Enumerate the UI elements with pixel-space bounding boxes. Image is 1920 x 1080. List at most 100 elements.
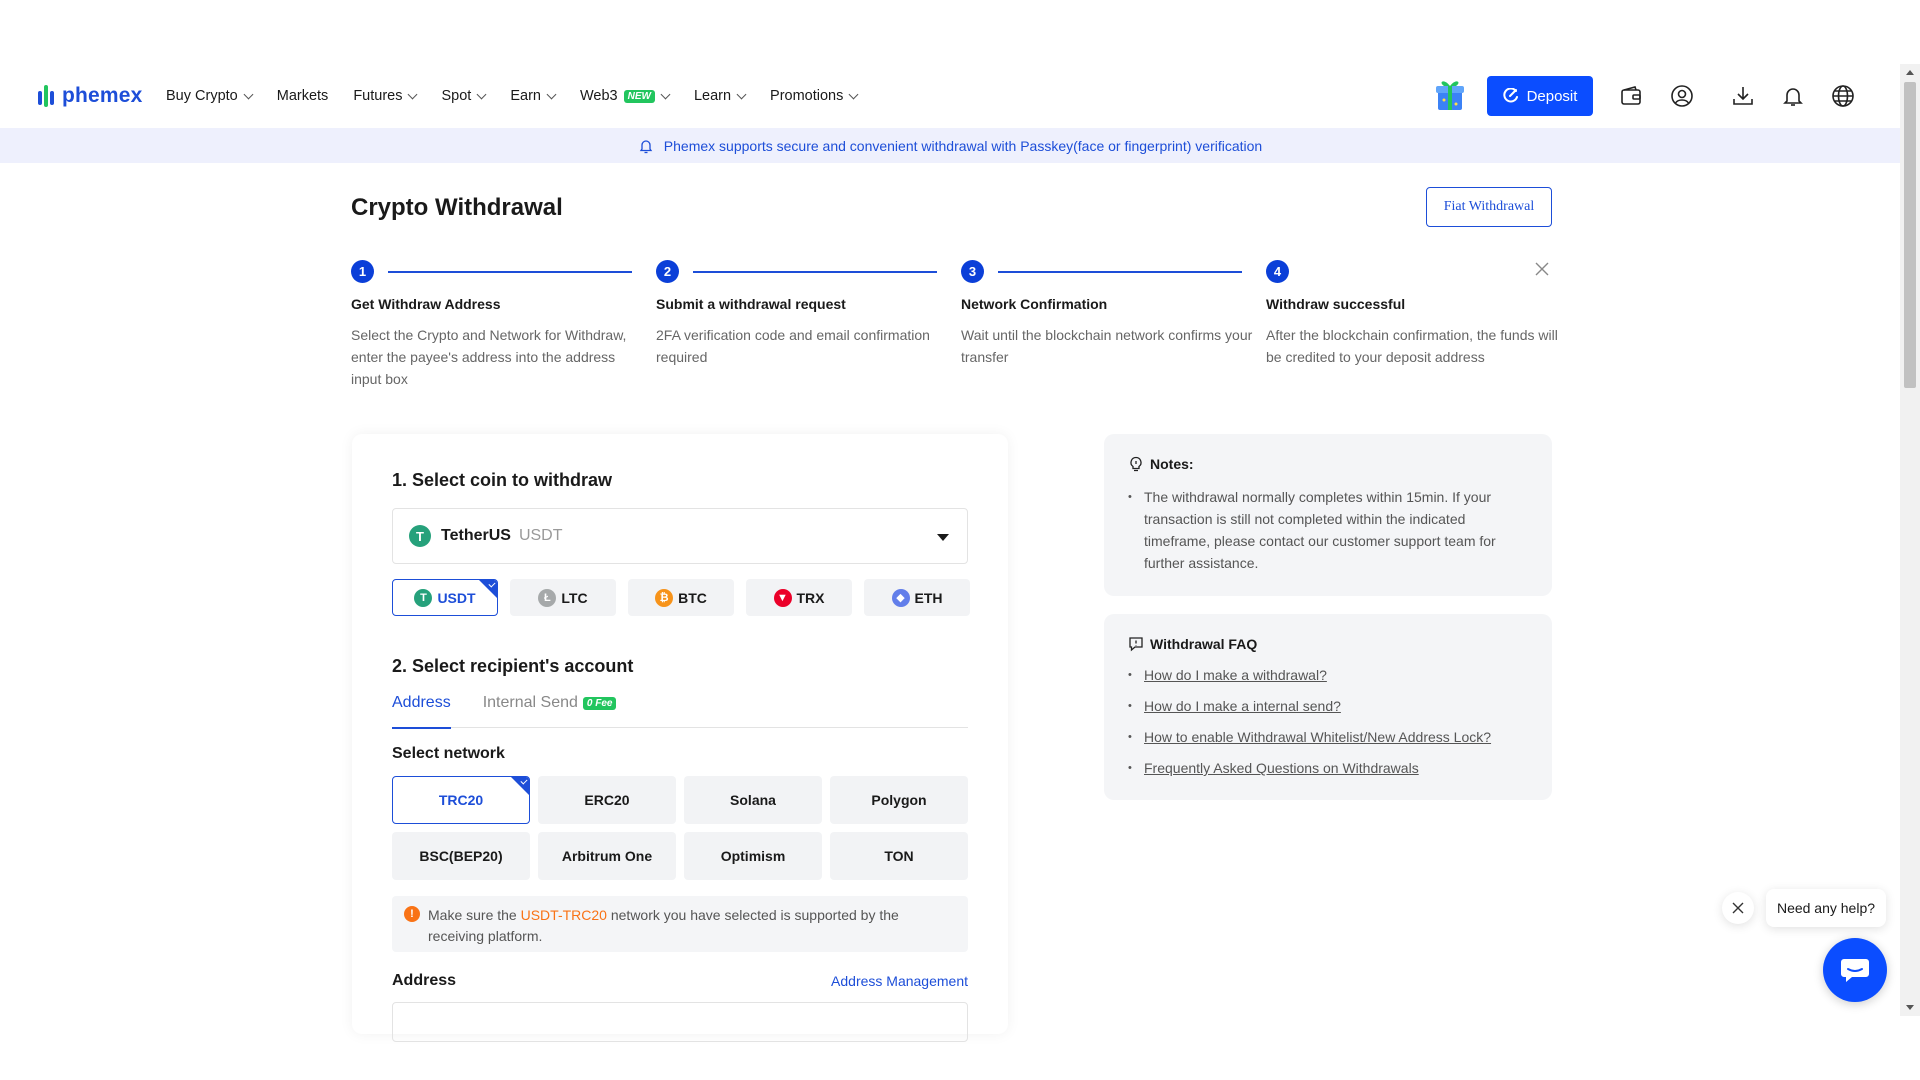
- faq-item: How to enable Withdrawal Whitelist/New A…: [1128, 722, 1528, 753]
- help-bubble[interactable]: Need any help?: [1766, 889, 1886, 927]
- network-option-ton[interactable]: TON: [830, 832, 968, 880]
- address-label: Address: [392, 972, 457, 989]
- nav-item-learn[interactable]: Learn: [694, 88, 747, 104]
- logo-text: phemex: [62, 84, 143, 107]
- network-label: Solana: [730, 792, 776, 808]
- coin-chip-label: ETH: [914, 589, 943, 606]
- address-input[interactable]: [392, 1002, 968, 1042]
- coin-chip-trx[interactable]: ▼ TRX: [746, 579, 852, 616]
- close-steps-icon[interactable]: [1535, 262, 1549, 276]
- step-description: Select the Crypto and Network for Withdr…: [351, 327, 627, 387]
- faq-link[interactable]: How do I make a internal send?: [1144, 698, 1341, 714]
- chevron-down-icon: [660, 89, 671, 99]
- page: phemex Buy Crypto Markets Futures Spot Earn W…: [0, 0, 1920, 1080]
- lightbulb-icon: [1130, 456, 1142, 472]
- withdraw-form-card: 1. Select coin to withdraw T TetherUS US…: [352, 434, 1008, 1042]
- wallet-icon[interactable]: [1619, 84, 1643, 108]
- warning-highlight: USDT-TRC20: [520, 907, 607, 923]
- coin-chip-eth[interactable]: ◆ ETH: [864, 579, 970, 616]
- step-number: 4: [1266, 260, 1289, 283]
- fiat-withdrawal-button[interactable]: Fiat Withdrawal: [1426, 187, 1552, 227]
- page-scrollbar[interactable]: [1900, 64, 1920, 1016]
- btc-coin-icon: ₿: [655, 588, 674, 607]
- selected-check-icon: [511, 777, 529, 795]
- nav-item-markets[interactable]: Markets: [277, 88, 329, 104]
- faq-link[interactable]: Frequently Asked Questions on Withdrawal…: [1144, 760, 1419, 776]
- coin-dropdown[interactable]: T TetherUS USDT: [392, 508, 968, 564]
- tab-address[interactable]: Address: [392, 694, 451, 729]
- network-option-arbitrum-one[interactable]: Arbitrum One: [538, 832, 676, 880]
- chat-button[interactable]: [1823, 938, 1887, 1002]
- nav-item-earn[interactable]: Earn: [510, 88, 557, 104]
- network-option-erc20[interactable]: ERC20: [538, 776, 676, 824]
- recipient-tabs: Address Internal Send 0 Fee: [392, 694, 968, 729]
- step-1: 1 Get Withdraw Address Select the Crypto a…: [351, 260, 647, 390]
- step-number: 2: [656, 260, 679, 283]
- selected-check-icon: [479, 580, 497, 598]
- faq-link[interactable]: How do I make a withdrawal?: [1144, 667, 1327, 683]
- phemex-logo[interactable]: phemex: [38, 84, 143, 108]
- nav-item-promotions[interactable]: Promotions: [770, 88, 859, 104]
- network-option-bsc-bep20-[interactable]: BSC(BEP20): [392, 832, 530, 880]
- notes-header: Notes:: [1128, 456, 1528, 472]
- bell-outline-icon: [639, 139, 653, 153]
- coin-quick-select: T USDT Ł LTC ₿ BTC ▼ TRX ◆ ETH: [392, 579, 970, 616]
- nav-item-spot[interactable]: Spot: [441, 88, 487, 104]
- step-description: 2FA verification code and email confirma…: [656, 327, 930, 365]
- warning-text-pre: Make sure the: [428, 907, 521, 923]
- help-close-button[interactable]: [1722, 892, 1754, 924]
- nav-item-label: Spot: [441, 88, 472, 104]
- nav-item-web3[interactable]: Web3 NEW: [579, 88, 671, 104]
- step-connector: [693, 271, 937, 273]
- zero-fee-badge: 0 Fee: [582, 697, 617, 710]
- question-bubble-icon: [1129, 637, 1143, 652]
- logo-mark-icon: [38, 85, 56, 107]
- step-number: 1: [351, 260, 374, 283]
- nav-item-futures[interactable]: Futures: [353, 88, 418, 104]
- new-badge: NEW: [623, 89, 655, 103]
- page-title: Crypto Withdrawal: [351, 194, 563, 221]
- nav-item-label: Promotions: [770, 88, 844, 104]
- network-label: Polygon: [871, 792, 927, 808]
- faq-link[interactable]: How to enable Withdrawal Whitelist/New A…: [1144, 729, 1491, 745]
- faq-box: Withdrawal FAQ How do I make a withdrawa…: [1104, 614, 1552, 800]
- network-label: TRC20: [438, 792, 484, 808]
- network-label: Arbitrum One: [561, 848, 653, 864]
- chevron-down-icon: [476, 89, 487, 99]
- deposit-icon: [1502, 88, 1518, 103]
- network-option-solana[interactable]: Solana: [684, 776, 822, 824]
- select-network-label: Select network: [392, 745, 505, 762]
- coin-name: TetherUS: [441, 527, 511, 544]
- step-4: 4 Withdraw successful After the blockchain…: [1266, 260, 1562, 368]
- nav-item-buy-crypto[interactable]: Buy Crypto: [166, 88, 254, 104]
- address-management-link[interactable]: Address Management: [831, 973, 968, 989]
- deposit-button[interactable]: Deposit: [1487, 76, 1593, 116]
- scroll-up-arrow-icon[interactable]: [1906, 70, 1914, 75]
- download-icon[interactable]: [1731, 84, 1755, 108]
- faq-item: How do I make a internal send?: [1128, 691, 1528, 722]
- coin-chip-usdt[interactable]: T USDT: [392, 579, 498, 616]
- coin-chip-label: BTC: [678, 589, 707, 606]
- scroll-thumb[interactable]: [1904, 82, 1916, 388]
- network-option-polygon[interactable]: Polygon: [830, 776, 968, 824]
- passkey-banner[interactable]: Phemex supports secure and convenient wi…: [0, 128, 1900, 163]
- nav-item-label: Web3: [579, 88, 618, 104]
- trx-coin-icon: ▼: [773, 588, 792, 607]
- faq-list: How do I make a withdrawal? How do I make…: [1128, 660, 1528, 784]
- tab-internal-send[interactable]: Internal Send 0 Fee: [483, 694, 617, 728]
- globe-icon[interactable]: [1831, 84, 1855, 108]
- gift-icon[interactable]: [1434, 76, 1466, 112]
- step-2: 2 Submit a withdrawal request 2FA verifica…: [656, 260, 952, 368]
- bell-icon[interactable]: [1781, 84, 1805, 108]
- nav-item-label: Buy Crypto: [166, 88, 238, 104]
- scroll-down-arrow-icon[interactable]: [1906, 1005, 1914, 1010]
- coin-chip-ltc[interactable]: Ł LTC: [510, 579, 616, 616]
- network-option-optimism[interactable]: Optimism: [684, 832, 822, 880]
- network-option-trc20[interactable]: TRC20: [392, 776, 530, 824]
- coin-chip-btc[interactable]: ₿ BTC: [628, 579, 734, 616]
- network-warning: ! Make sure the USDT-TRC20 network you h…: [392, 896, 968, 952]
- network-label: Optimism: [720, 848, 786, 864]
- coin-chip-label: TRX: [796, 589, 825, 606]
- user-icon[interactable]: [1670, 84, 1694, 108]
- coin-symbol: USDT: [518, 527, 563, 544]
